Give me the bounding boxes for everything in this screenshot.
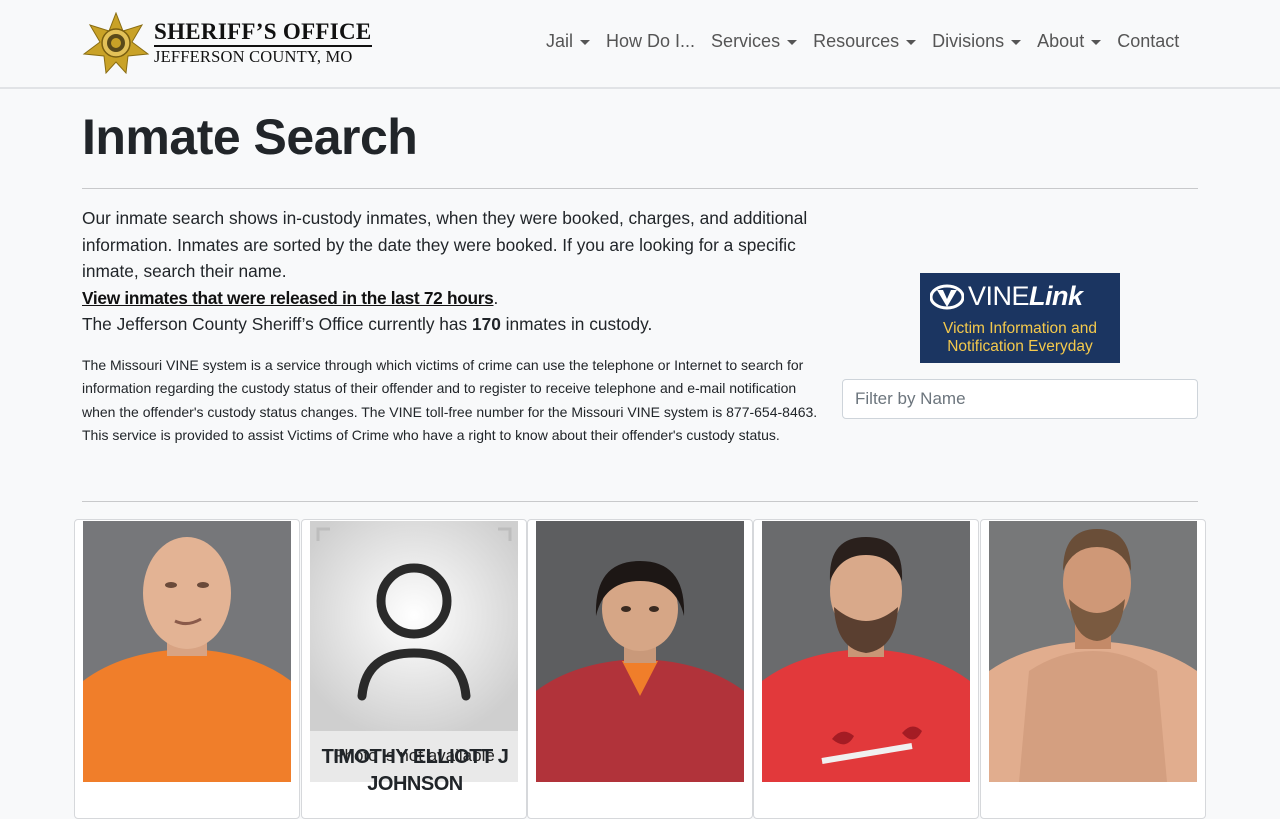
inmate-card[interactable]: Photo is not available TIMOTHY ELLIOTT J… xyxy=(301,519,527,819)
person-placeholder-icon xyxy=(310,521,518,731)
inmate-card[interactable] xyxy=(980,519,1206,819)
nav-resources[interactable]: Resources xyxy=(813,31,917,52)
vine-tagline-2: Notification Everyday xyxy=(947,338,1093,355)
nav-about[interactable]: About xyxy=(1037,31,1102,52)
custody-prefix: The Jefferson County Sheriff’s Office cu… xyxy=(82,314,472,334)
nav-services[interactable]: Services xyxy=(711,31,798,52)
caret-down-icon xyxy=(906,40,917,45)
vine-description: The Missouri VINE system is a service th… xyxy=(82,357,818,443)
vine-tagline-1: Victim Information and xyxy=(943,320,1097,337)
logo-subtitle: JEFFERSON COUNTY, MO xyxy=(154,46,353,66)
divider xyxy=(82,188,1198,189)
inmate-card[interactable] xyxy=(74,519,300,819)
custody-suffix: inmates in custody. xyxy=(500,314,653,334)
released-inmates-link[interactable]: View inmates that were released in the l… xyxy=(82,288,494,308)
vine-brand: VINE xyxy=(968,281,1030,311)
site-header: SHERIFF’S OFFICE JEFFERSON COUNTY, MO Ja… xyxy=(0,0,1280,89)
nav-divisions[interactable]: Divisions xyxy=(932,31,1022,52)
inmate-photo[interactable] xyxy=(762,521,970,782)
intro-paragraph: Our inmate search shows in-custody inmat… xyxy=(82,208,808,281)
inmate-card[interactable] xyxy=(753,519,979,819)
intro-text: Our inmate search shows in-custody inmat… xyxy=(82,208,808,334)
vine-brand-link: Link xyxy=(1029,281,1083,311)
nav-contact[interactable]: Contact xyxy=(1117,31,1179,52)
inmate-photo-placeholder[interactable]: Photo is not available xyxy=(310,521,518,782)
main-nav: Jail How Do I... Services Resources Divi… xyxy=(546,31,1195,52)
caret-down-icon xyxy=(1091,40,1102,45)
caret-down-icon xyxy=(1011,40,1022,45)
page-title: Inmate Search xyxy=(82,109,418,165)
nav-how-do-i[interactable]: How Do I... xyxy=(606,31,695,52)
sheriff-logo[interactable]: SHERIFF’S OFFICE JEFFERSON COUNTY, MO xyxy=(82,12,382,74)
logo-title: SHERIFF’S OFFICE xyxy=(154,19,372,47)
sheriff-star-icon xyxy=(82,12,150,74)
divider xyxy=(82,501,1198,502)
inmate-name[interactable]: TIMOTHY ELLIOTT J JOHNSON xyxy=(302,744,528,798)
caret-down-icon xyxy=(787,40,798,45)
inmate-photo[interactable] xyxy=(536,521,744,782)
filter-by-name-input[interactable] xyxy=(842,379,1198,419)
inmate-card[interactable] xyxy=(527,519,753,819)
vine-v-icon xyxy=(930,284,964,309)
inmate-photo[interactable] xyxy=(989,521,1197,782)
vinelink-logo[interactable]: VINE Link Victim Information and Notifica… xyxy=(920,273,1120,363)
caret-down-icon xyxy=(580,40,591,45)
custody-count: 170 xyxy=(471,314,501,334)
inmate-photo[interactable] xyxy=(83,521,291,782)
nav-jail[interactable]: Jail xyxy=(546,31,591,52)
